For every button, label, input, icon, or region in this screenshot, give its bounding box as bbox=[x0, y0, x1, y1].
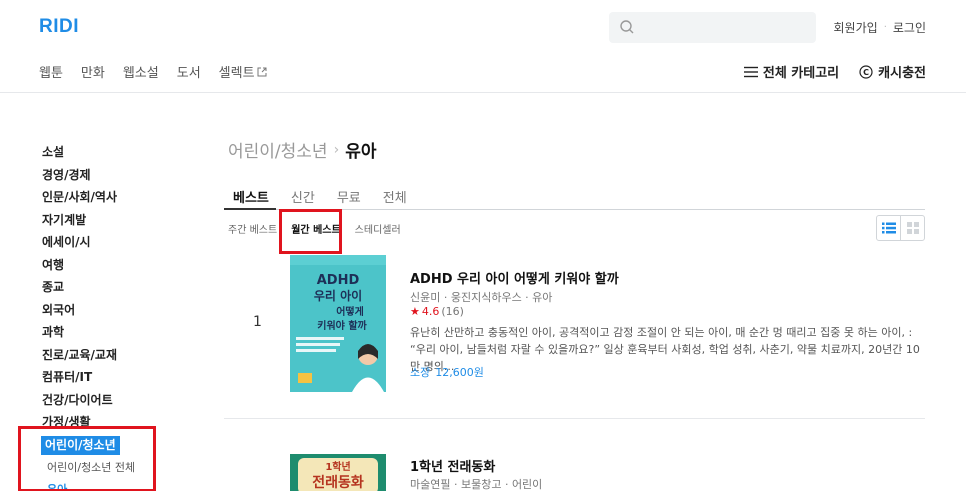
ridi-logo[interactable]: RIDI bbox=[39, 16, 79, 38]
all-categories-button[interactable]: 전체 카테고리 bbox=[743, 62, 840, 81]
sidebar-item-business[interactable]: 경영/경제 bbox=[42, 164, 162, 187]
cover-title-4: 키워야 할까 bbox=[317, 319, 367, 332]
sidebar-item-education[interactable]: 진로/교육/교재 bbox=[42, 344, 162, 367]
external-link-icon bbox=[257, 67, 267, 76]
sidebar-item-travel[interactable]: 여행 bbox=[42, 254, 162, 277]
search-input[interactable] bbox=[609, 12, 816, 43]
cover-title-1: ADHD bbox=[317, 273, 360, 288]
rating-count: (16) bbox=[441, 305, 464, 318]
svg-text:C: C bbox=[863, 68, 869, 77]
book-description: 유난히 산만하고 충동적인 아이, 공격적이고 감정 조절이 안 되는 아이, … bbox=[410, 326, 920, 373]
cover-title-1: 1학년 bbox=[325, 460, 350, 473]
cover-title-2: 우리 아이 bbox=[314, 288, 362, 303]
cash-coin-icon: C bbox=[859, 64, 873, 79]
sidebar-item-computer[interactable]: 컴퓨터/IT bbox=[42, 366, 162, 389]
view-toggle bbox=[876, 215, 925, 241]
list-view-icon bbox=[881, 222, 896, 234]
highlight-box-sidebar bbox=[18, 426, 156, 491]
nav-comic[interactable]: 만화 bbox=[81, 62, 105, 81]
book-rating: ★ 4.6 (16) bbox=[410, 305, 464, 318]
nav-select[interactable]: 셀렉트 bbox=[219, 62, 267, 81]
book-title[interactable]: 1학년 전래동화 bbox=[410, 456, 495, 475]
main-nav: 웹툰 만화 웹소설 도서 셀렉트 bbox=[39, 62, 267, 81]
tab-new[interactable]: 신간 bbox=[291, 187, 315, 206]
cash-charge-button[interactable]: C 캐시충전 bbox=[859, 62, 926, 81]
book-title[interactable]: ADHD 우리 아이 어떻게 키워야 할까 bbox=[410, 268, 619, 287]
search-icon bbox=[620, 20, 634, 34]
book-price: 소장 12,600원 bbox=[410, 364, 484, 380]
cover-title-3: 어떻게 bbox=[336, 305, 364, 318]
tab-all[interactable]: 전체 bbox=[383, 187, 407, 206]
subtab-weekly[interactable]: 주간 베스트 bbox=[228, 221, 277, 236]
all-categories-label: 전체 카테고리 bbox=[762, 66, 840, 81]
sidebar-item-science[interactable]: 과학 bbox=[42, 321, 162, 344]
tab-free[interactable]: 무료 bbox=[337, 187, 361, 206]
row-divider bbox=[224, 418, 925, 419]
top-links: 회원가입 · 로그인 bbox=[834, 19, 926, 36]
signup-link[interactable]: 회원가입 bbox=[834, 19, 878, 36]
cash-charge-label: 캐시충전 bbox=[878, 66, 926, 81]
nav-webtoon[interactable]: 웹툰 bbox=[39, 62, 63, 81]
book-meta: 마술연필 · 보물창고 · 어린이 bbox=[410, 478, 543, 491]
subtab-steady[interactable]: 스테디셀러 bbox=[355, 221, 401, 236]
nav-select-label: 셀렉트 bbox=[218, 66, 255, 81]
chevron-right-icon: › bbox=[333, 141, 340, 158]
tab-best[interactable]: 베스트 bbox=[233, 187, 269, 206]
hamburger-icon bbox=[743, 66, 758, 77]
cover-title-2: 전래동화 bbox=[312, 474, 364, 491]
price-value: 12,600원 bbox=[435, 366, 484, 379]
list-view-button[interactable] bbox=[877, 216, 900, 240]
nav-webnovel[interactable]: 웹소설 bbox=[123, 62, 159, 81]
sidebar-item-humanities[interactable]: 인문/사회/역사 bbox=[42, 186, 162, 209]
grid-view-button[interactable] bbox=[900, 216, 924, 240]
highlight-box-monthly bbox=[279, 209, 342, 254]
book-meta: 신윤미 · 웅진지식하우스 · 유아 bbox=[410, 291, 553, 304]
breadcrumb-parent[interactable]: 어린이/청소년 bbox=[228, 137, 328, 162]
listing-tabs: 베스트 신간 무료 전체 bbox=[233, 187, 407, 206]
login-link[interactable]: 로그인 bbox=[893, 19, 926, 36]
grid-view-icon bbox=[906, 222, 919, 234]
price-label: 소장 bbox=[410, 366, 431, 379]
book-rank: 1 bbox=[253, 314, 262, 330]
sidebar-item-novel[interactable]: 소설 bbox=[42, 141, 162, 164]
sidebar-item-self-help[interactable]: 자기계발 bbox=[42, 209, 162, 232]
book-cover-art: ADHD 우리 아이 어떻게 키워야 할까 bbox=[290, 255, 386, 392]
breadcrumb-current: 유아 bbox=[345, 142, 377, 162]
sidebar-item-health[interactable]: 건강/다이어트 bbox=[42, 389, 162, 412]
separator-dot: · bbox=[883, 22, 887, 33]
star-icon: ★ bbox=[410, 305, 420, 318]
breadcrumb: 어린이/청소년 › 유아 bbox=[228, 137, 377, 163]
sidebar-item-religion[interactable]: 종교 bbox=[42, 276, 162, 299]
book-cover-art: 1학년 전래동화 bbox=[290, 454, 386, 491]
active-tab-indicator bbox=[224, 208, 276, 210]
rating-score: 4.6 bbox=[421, 305, 440, 318]
sidebar-item-essay[interactable]: 에세이/시 bbox=[42, 231, 162, 254]
sidebar-item-language[interactable]: 외국어 bbox=[42, 299, 162, 322]
nav-books[interactable]: 도서 bbox=[177, 62, 201, 81]
book-cover[interactable]: ADHD 우리 아이 어떻게 키워야 할까 bbox=[290, 255, 386, 392]
nav-right: 전체 카테고리 C 캐시충전 bbox=[743, 62, 926, 81]
header-divider bbox=[0, 92, 966, 93]
book-cover[interactable]: 1학년 전래동화 bbox=[290, 454, 386, 491]
